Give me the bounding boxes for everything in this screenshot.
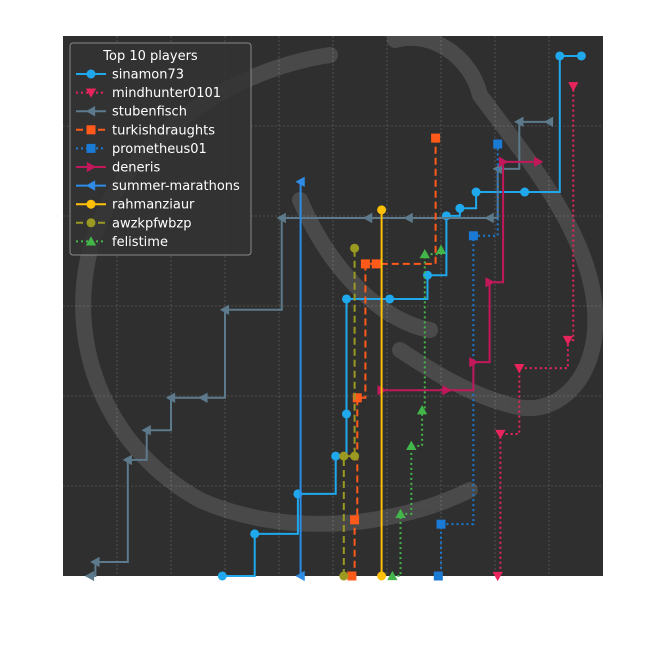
- legend-label: rahmanziaur: [112, 198, 195, 213]
- data-point-awzkpfwbzp: [339, 451, 349, 461]
- data-point-turkishdraughts: [350, 515, 360, 525]
- legend-marker: [86, 69, 96, 79]
- legend-label: sinamon73: [112, 68, 184, 83]
- legend-marker: [86, 125, 96, 135]
- data-point-prometheus01: [468, 231, 478, 241]
- data-point-sinamon73: [520, 187, 530, 197]
- data-point-sinamon73: [331, 451, 341, 461]
- data-point-sinamon73: [555, 51, 565, 61]
- legend-title: Top 10 players: [102, 49, 198, 64]
- legend-label: deneris: [112, 161, 160, 176]
- data-point-sinamon73: [471, 187, 481, 197]
- data-point-sinamon73: [385, 294, 395, 304]
- legend-marker: [86, 218, 96, 228]
- data-point-prometheus01: [433, 571, 443, 581]
- legend-label: mindhunter0101: [112, 86, 221, 101]
- legend-marker: [86, 199, 96, 209]
- data-point-awzkpfwbzp: [350, 451, 360, 461]
- legend-marker: [86, 143, 96, 153]
- chart: Top 10 players sinamon73 mindhunter0101 st…: [0, 0, 650, 650]
- data-point-prometheus01: [436, 519, 446, 529]
- data-point-sinamon73: [455, 203, 465, 213]
- legend: Top 10 players sinamon73 mindhunter0101 st…: [69, 42, 252, 256]
- data-point-prometheus01: [493, 139, 503, 149]
- data-point-rahmanziaur: [377, 571, 387, 581]
- data-point-rahmanziaur: [377, 205, 387, 215]
- legend-label: stubenfisch: [112, 105, 187, 120]
- data-point-turkishdraughts: [431, 133, 441, 143]
- legend-label: felistime: [112, 235, 168, 250]
- data-point-sinamon73: [576, 51, 586, 61]
- data-point-sinamon73: [250, 529, 260, 539]
- data-point-turkishdraughts: [371, 259, 381, 269]
- legend-label: turkishdraughts: [112, 123, 215, 138]
- data-point-sinamon73: [217, 571, 227, 581]
- data-point-sinamon73: [342, 294, 351, 304]
- legend-label: summer-marathons: [112, 179, 240, 194]
- data-point-awzkpfwbzp: [350, 243, 360, 253]
- legend-label: prometheus01: [112, 142, 207, 157]
- data-point-sinamon73: [342, 409, 351, 419]
- data-point-turkishdraughts: [347, 571, 357, 581]
- data-point-turkishdraughts: [360, 259, 370, 269]
- data-point-awzkpfwbzp: [339, 571, 349, 581]
- legend-label: awzkpfwbzp: [112, 216, 192, 231]
